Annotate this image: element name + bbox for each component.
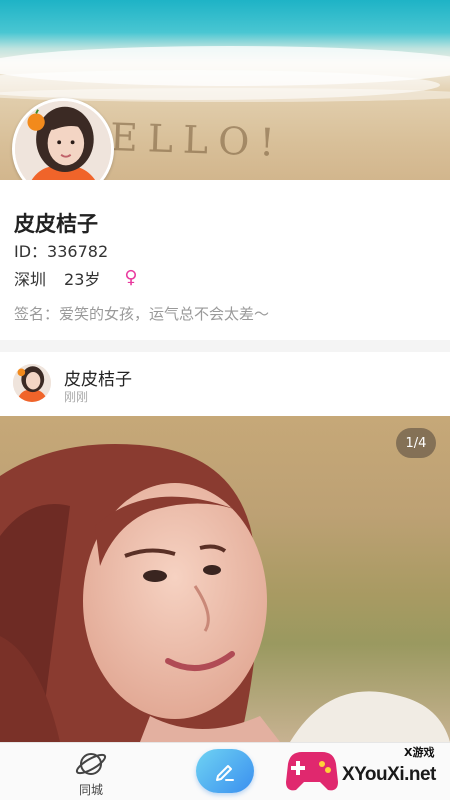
profile-age: 23岁	[64, 270, 101, 289]
gamepad-logo-icon	[286, 752, 338, 791]
profile-id: ID：336782	[14, 242, 109, 261]
post-photo[interactable]: 1/4	[0, 416, 450, 742]
post-timestamp: 刚刚	[64, 390, 89, 404]
tab-city[interactable]: 同城	[60, 749, 122, 799]
watermark: X游戏 XYouXi.net	[282, 744, 450, 800]
portrait-photo	[0, 444, 450, 742]
avatar-portrait-small	[13, 364, 51, 402]
profile-city: 深圳	[14, 270, 47, 289]
planet-icon	[75, 753, 107, 775]
profile-signature: 签名：爱笑的女孩，运气总不会太差～	[14, 305, 270, 323]
watermark-sub: X游戏	[404, 746, 435, 759]
section-divider	[0, 340, 450, 352]
profile-location-line: 深圳 23岁 ♀	[14, 266, 138, 290]
photo-counter: 1/4	[396, 428, 436, 458]
post-author-name[interactable]: 皮皮桔子	[64, 365, 132, 390]
watermark-text: XYouXi.net	[342, 764, 436, 785]
profile-nickname: 皮皮桔子	[14, 212, 98, 236]
publish-button[interactable]	[196, 749, 254, 793]
female-icon: ♀	[124, 267, 138, 288]
cover-sand-text: ELLO!	[109, 114, 286, 166]
post-author-avatar[interactable]	[13, 364, 51, 402]
pencil-icon	[216, 765, 234, 781]
tab-city-label: 同城	[78, 783, 103, 797]
post-header[interactable]: 皮皮桔子 刚刚	[0, 352, 450, 416]
profile-info: 皮皮桔子 ID：336782 深圳 23岁 ♀ 签名：爱笑的女孩，运气总不会太差…	[0, 180, 450, 340]
